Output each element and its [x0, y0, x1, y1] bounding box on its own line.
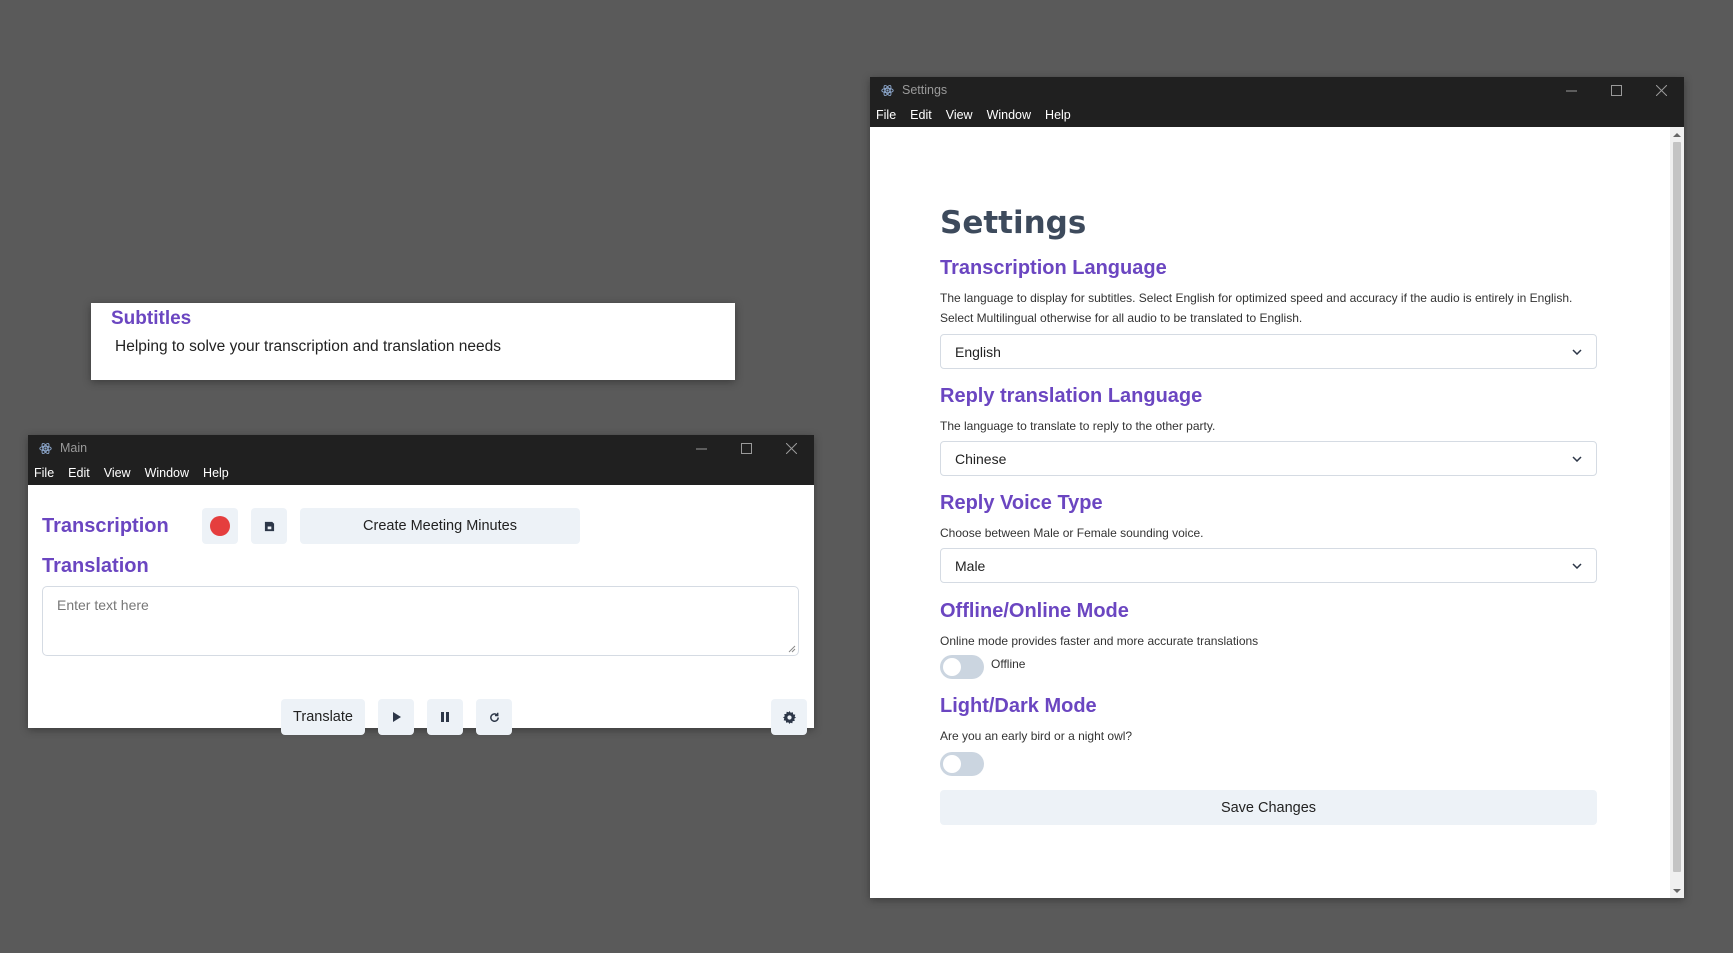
- mode-heading: Offline/Online Mode: [940, 600, 1129, 622]
- transcription-language-value: English: [955, 343, 1001, 360]
- menu-edit[interactable]: Edit: [910, 108, 932, 122]
- main-titlebar[interactable]: Main: [28, 435, 814, 461]
- mode-toggle-label: Offline: [991, 657, 1026, 671]
- reply-language-heading: Reply translation Language: [940, 385, 1203, 407]
- transcription-language-select[interactable]: English: [940, 334, 1597, 369]
- save-icon: [264, 521, 274, 531]
- pause-button[interactable]: [427, 699, 463, 735]
- translation-input-placeholder: Enter text here: [57, 597, 149, 613]
- theme-heading: Light/Dark Mode: [940, 695, 1097, 717]
- transcription-language-desc-1: The language to display for subtitles. S…: [940, 291, 1573, 305]
- page-title: Settings: [940, 205, 1087, 241]
- translate-button[interactable]: Translate: [281, 699, 365, 735]
- toggle-knob: [943, 658, 961, 676]
- reply-language-desc: The language to translate to reply to th…: [940, 419, 1216, 433]
- settings-button[interactable]: [771, 699, 807, 735]
- minimize-button[interactable]: [679, 435, 724, 461]
- main-menubar: File Edit View Window Help: [28, 461, 814, 485]
- save-changes-button[interactable]: Save Changes: [940, 790, 1597, 825]
- chevron-down-icon: [1572, 455, 1582, 462]
- transcription-heading: Transcription: [42, 514, 169, 537]
- close-button[interactable]: [1639, 77, 1684, 103]
- menu-window[interactable]: Window: [145, 466, 189, 480]
- subtitles-text: Helping to solve your transcription and …: [115, 338, 502, 355]
- transcription-language-desc-2: Select Multilingual otherwise for all au…: [940, 311, 1303, 325]
- refresh-button[interactable]: [476, 699, 512, 735]
- play-icon: [392, 712, 401, 722]
- main-window: Main File Edit View Window Help Transcri…: [28, 435, 814, 735]
- record-icon: [210, 516, 230, 536]
- toggle-knob: [943, 755, 961, 773]
- reply-voice-heading: Reply Voice Type: [940, 492, 1103, 514]
- electron-app-icon: [37, 440, 53, 456]
- gear-icon: [782, 710, 796, 724]
- menu-view[interactable]: View: [946, 108, 973, 122]
- menu-edit[interactable]: Edit: [68, 466, 90, 480]
- menu-window[interactable]: Window: [987, 108, 1031, 122]
- reply-language-value: Chinese: [955, 450, 1007, 467]
- reply-voice-desc: Choose between Male or Female sounding v…: [940, 526, 1204, 540]
- main-content: Transcription Create Meeting Minutes Tra…: [28, 505, 814, 748]
- theme-toggle[interactable]: [940, 752, 984, 776]
- minimize-button[interactable]: [1549, 77, 1594, 103]
- window-title: Main: [60, 441, 88, 455]
- reply-voice-select[interactable]: Male: [940, 548, 1597, 583]
- chevron-down-icon: [1572, 348, 1582, 355]
- menu-view[interactable]: View: [104, 466, 131, 480]
- mode-toggle[interactable]: [940, 655, 984, 679]
- menu-file[interactable]: File: [876, 108, 896, 122]
- reply-voice-value: Male: [955, 557, 986, 574]
- scroll-down-icon[interactable]: [1673, 887, 1681, 895]
- scroll-up-icon[interactable]: [1673, 130, 1681, 138]
- window-title: Settings: [902, 83, 948, 97]
- settings-window: Settings File Edit View Window Help Sett…: [870, 77, 1684, 898]
- scrollbar-thumb[interactable]: [1673, 142, 1681, 872]
- menu-help[interactable]: Help: [1045, 108, 1071, 122]
- menu-help[interactable]: Help: [203, 466, 229, 480]
- settings-scrollbar[interactable]: [1670, 127, 1684, 898]
- subtitles-title: Subtitles: [111, 308, 192, 329]
- theme-desc: Are you an early bird or a night owl?: [940, 729, 1133, 743]
- close-button[interactable]: [769, 435, 814, 461]
- reply-language-select[interactable]: Chinese: [940, 441, 1597, 476]
- mode-desc: Online mode provides faster and more acc…: [940, 634, 1259, 648]
- play-button[interactable]: [378, 699, 414, 735]
- maximize-button[interactable]: [1594, 77, 1639, 103]
- translation-heading: Translation: [42, 555, 149, 577]
- save-transcript-button[interactable]: [251, 508, 287, 544]
- record-button[interactable]: [202, 508, 238, 544]
- settings-menubar: File Edit View Window Help: [870, 103, 1684, 127]
- create-meeting-minutes-button[interactable]: Create Meeting Minutes: [300, 508, 580, 544]
- settings-content: Settings Transcription Language The lang…: [870, 127, 1684, 898]
- settings-titlebar[interactable]: Settings: [870, 77, 1684, 103]
- subtitles-window: Subtitles Helping to solve your transcri…: [91, 303, 735, 380]
- maximize-button[interactable]: [724, 435, 769, 461]
- electron-app-icon: [879, 82, 895, 98]
- resize-grip-icon[interactable]: [788, 645, 796, 653]
- translation-input[interactable]: Enter text here: [42, 586, 799, 656]
- refresh-icon: [489, 712, 499, 722]
- chevron-down-icon: [1572, 562, 1582, 569]
- transcription-language-heading: Transcription Language: [940, 257, 1167, 279]
- pause-icon: [441, 712, 449, 722]
- menu-file[interactable]: File: [34, 466, 54, 480]
